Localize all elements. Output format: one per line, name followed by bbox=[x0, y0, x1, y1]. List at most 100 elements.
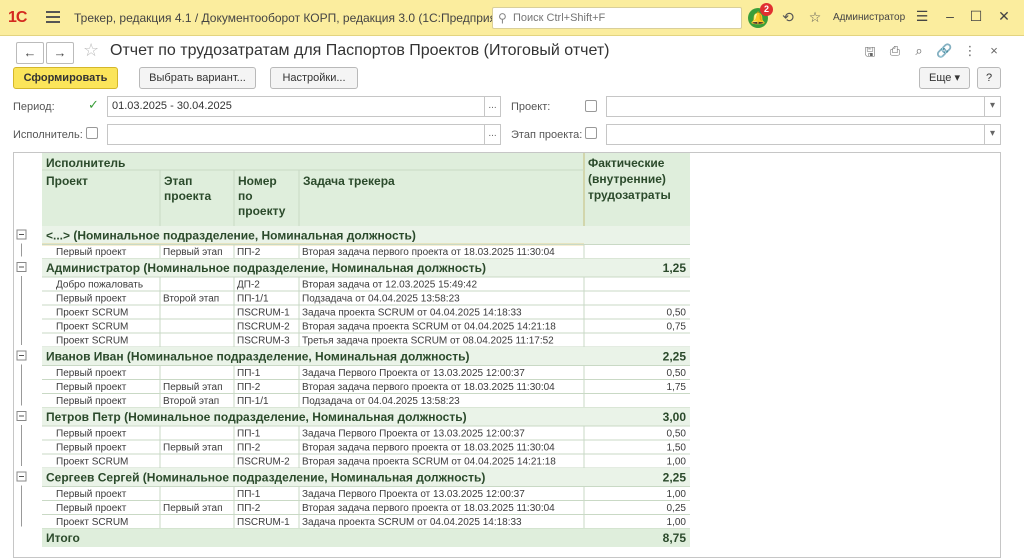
group-3-row-1-hours: 0,50 bbox=[667, 368, 687, 379]
group-2-total: 1,25 bbox=[663, 261, 687, 275]
search-input[interactable] bbox=[513, 10, 733, 26]
stage-checkbox[interactable] bbox=[585, 127, 597, 139]
search-icon: ⚲ bbox=[498, 11, 507, 25]
search-box[interactable]: ⚲ bbox=[492, 7, 742, 29]
group-4-row-2-task: Вторая задача первого проекта от 18.03.2… bbox=[302, 443, 555, 454]
group-5-row-3-project: Проект SCRUM bbox=[56, 517, 128, 528]
save-icon[interactable]: 🖫 bbox=[862, 43, 878, 65]
group-2-row-3-number: ПSCRUM-1 bbox=[237, 308, 290, 319]
minimize-window-icon[interactable]: – bbox=[940, 8, 960, 24]
help-button[interactable]: ? bbox=[977, 67, 1001, 89]
choose-variant-button[interactable]: Выбрать вариант... bbox=[139, 67, 256, 89]
group-4-row-1-hours: 0,50 bbox=[667, 429, 687, 440]
group-2-row-3-hours: 0,50 bbox=[667, 308, 687, 319]
group-4-row-2-hours: 1,50 bbox=[667, 443, 687, 454]
menu-icon[interactable] bbox=[46, 11, 60, 23]
total-label: Итого bbox=[46, 531, 80, 545]
group-2-row-3-task: Задача проекта SCRUM от 04.04.2025 14:18… bbox=[302, 308, 522, 319]
current-user[interactable]: Администратор bbox=[833, 12, 905, 23]
period-checkbox[interactable]: ✓ bbox=[88, 98, 100, 111]
report-table: Исполнитель Проект Этаппроекта Номерпопроек… bbox=[16, 153, 690, 547]
column-header-executor: Исполнитель bbox=[46, 156, 125, 170]
column-header-number-3: проекту bbox=[238, 204, 286, 218]
group-5-row-1-task: Задача Первого Проекта от 13.03.2025 12:… bbox=[302, 489, 525, 500]
period-label: Период: bbox=[13, 101, 55, 113]
group-4-row-3-hours: 1,00 bbox=[667, 457, 687, 468]
stage-dropdown-button[interactable]: ▾ bbox=[984, 125, 1000, 144]
group-5-row-2-number: ПП-2 bbox=[237, 503, 261, 514]
group-4-row-3-task: Вторая задача проекта SCRUM от 04.04.202… bbox=[302, 457, 556, 468]
group-5-row-2-project: Первый проект bbox=[56, 503, 127, 514]
period-select-button[interactable]: ... bbox=[484, 97, 500, 116]
period-field[interactable]: 01.03.2025 - 30.04.2025 ... bbox=[107, 96, 501, 117]
stage-field[interactable]: ▾ bbox=[606, 124, 1001, 145]
executor-field[interactable]: ... bbox=[107, 124, 501, 145]
group-1-row-1-task: Вторая задача первого проекта от 18.03.2… bbox=[302, 247, 555, 258]
group-1-row-1-number: ПП-2 bbox=[237, 247, 261, 258]
stage-label: Этап проекта: bbox=[511, 129, 583, 141]
group-2-row-4-hours: 0,75 bbox=[667, 322, 687, 333]
group-5-row-1-hours: 1,00 bbox=[667, 489, 687, 500]
group-3-row-2-project: Первый проект bbox=[56, 382, 127, 393]
group-3-row-1-task: Задача Первого Проекта от 13.03.2025 12:… bbox=[302, 368, 525, 379]
group-5-row-3-number: ПSCRUM-1 bbox=[237, 517, 290, 528]
more-actions-icon[interactable]: ⋮ bbox=[962, 43, 978, 59]
column-header-task: Задача трекера bbox=[303, 174, 395, 188]
group-3-title: Иванов Иван (Номинальное подразделение, … bbox=[46, 350, 469, 364]
group-2-row-1-task: Вторая задача от 12.03.2025 15:49:42 bbox=[302, 280, 477, 291]
group-4-row-1-number: ПП-1 bbox=[237, 429, 261, 440]
total-value: 8,75 bbox=[663, 531, 687, 545]
column-header-actual-2: (внутренние) bbox=[588, 172, 666, 186]
group-2-row-1-project: Добро пожаловать bbox=[56, 279, 143, 291]
close-form-icon[interactable]: × bbox=[986, 43, 1002, 58]
group-4-row-2-stage: Первый этап bbox=[163, 443, 223, 454]
group-3-row-3-stage: Второй этап bbox=[163, 396, 219, 407]
print-icon[interactable]: ⎙ bbox=[887, 43, 903, 59]
group-5-total: 2,25 bbox=[663, 471, 687, 485]
maximize-window-icon[interactable]: ☐ bbox=[966, 8, 986, 25]
group-1-row-1-project: Первый проект bbox=[56, 247, 127, 258]
executor-select-button[interactable]: ... bbox=[484, 125, 500, 144]
report-spreadsheet[interactable]: Исполнитель Проект Этап проекта Номер по проек… bbox=[13, 152, 1001, 558]
group-2-row-4-task: Вторая задача проекта SCRUM от 04.04.202… bbox=[302, 322, 556, 333]
favorites-star-icon[interactable]: ☆ bbox=[806, 9, 824, 26]
executor-checkbox[interactable] bbox=[86, 127, 98, 139]
group-5-row-3-task: Задача проекта SCRUM от 04.04.2025 14:18… bbox=[302, 517, 522, 528]
group-3-row-3-project: Первый проект bbox=[56, 396, 127, 407]
column-header-actual-3: трудозатраты bbox=[588, 188, 671, 202]
group-2-row-2-number: ПП-1/1 bbox=[237, 294, 269, 305]
group-2-row-3-project: Проект SCRUM bbox=[56, 308, 128, 319]
column-header-stage-2: проекта bbox=[164, 189, 211, 203]
generate-button[interactable]: Сформировать bbox=[13, 67, 118, 89]
link-icon[interactable]: 🔗 bbox=[936, 43, 952, 59]
column-header-number-2: по bbox=[238, 189, 253, 203]
group-2-row-2-project: Первый проект bbox=[56, 294, 127, 305]
settings-menu-icon[interactable]: ☰ bbox=[912, 8, 932, 25]
favorite-star-icon[interactable]: ☆ bbox=[83, 40, 99, 61]
settings-button[interactable]: Настройки... bbox=[270, 67, 358, 89]
project-field[interactable]: ▾ bbox=[606, 96, 1001, 117]
group-2-row-2-task: Подзадача от 04.04.2025 13:58:23 bbox=[302, 294, 460, 305]
notification-count-badge: 2 bbox=[760, 3, 773, 16]
group-5-title: Сергеев Сергей (Номинальное подразделени… bbox=[46, 471, 485, 485]
group-2-row-5-task: Третья задача проекта SCRUM от 08.04.202… bbox=[302, 336, 554, 347]
more-button[interactable]: Еще ▾ bbox=[919, 67, 970, 89]
group-2-row-5-number: ПSCRUM-3 bbox=[237, 336, 290, 347]
preview-icon[interactable]: ⌕ bbox=[911, 43, 927, 59]
group-5-row-3-hours: 1,00 bbox=[667, 517, 687, 528]
project-dropdown-button[interactable]: ▾ bbox=[984, 97, 1000, 116]
group-1-row-1-stage: Первый этап bbox=[163, 247, 223, 258]
group-2-row-4-number: ПSCRUM-2 bbox=[237, 322, 290, 333]
group-2-row-4-project: Проект SCRUM bbox=[56, 322, 128, 333]
forward-button[interactable]: → bbox=[46, 42, 74, 64]
close-window-icon[interactable]: ✕ bbox=[994, 8, 1014, 25]
group-2-title: Администратор (Номинальное подразделение… bbox=[46, 261, 486, 275]
app-title: Трекер, редакция 4.1 / Документооборот К… bbox=[74, 11, 519, 25]
group-4-row-2-number: ПП-2 bbox=[237, 443, 261, 454]
back-button[interactable]: ← bbox=[16, 42, 44, 64]
page-title: Отчет по трудозатратам для Паспортов Про… bbox=[110, 42, 610, 59]
group-4-row-3-project: Проект SCRUM bbox=[56, 457, 128, 468]
column-header-project: Проект bbox=[46, 174, 88, 188]
history-icon[interactable]: ⟲ bbox=[779, 9, 797, 26]
project-checkbox[interactable] bbox=[585, 100, 597, 112]
